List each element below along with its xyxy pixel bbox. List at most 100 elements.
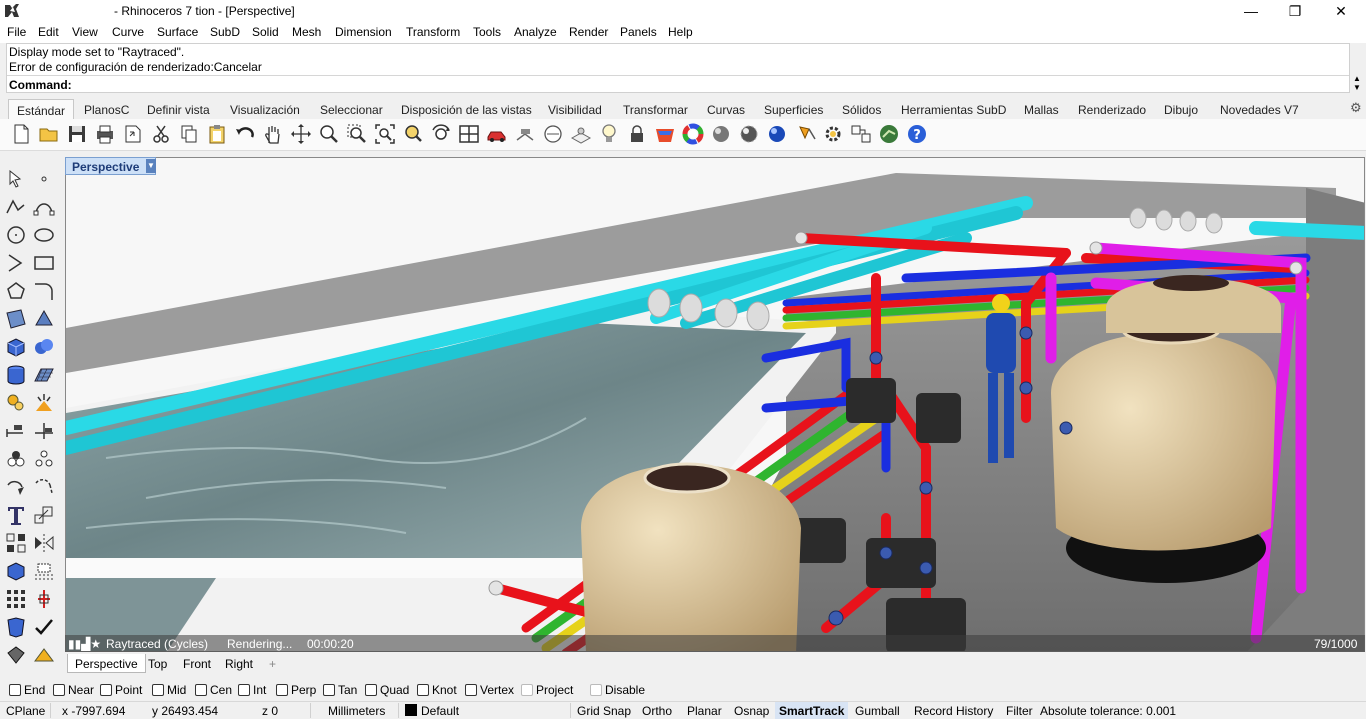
named-view-car-icon[interactable] [486, 123, 508, 145]
scale-icon[interactable] [32, 503, 56, 527]
menu-help[interactable]: Help [668, 25, 693, 39]
surface-corner-icon[interactable] [4, 307, 28, 331]
tab-visualizacion[interactable]: Visualización [230, 99, 300, 119]
command-scrollbar[interactable]: ▲ ▼ [1350, 74, 1364, 92]
lock-icon[interactable] [626, 123, 648, 145]
help-icon[interactable]: ? [906, 123, 928, 145]
checkbox-icon[interactable] [195, 684, 207, 696]
rotate-icon[interactable] [4, 475, 28, 499]
analyze-surface-icon[interactable] [4, 615, 28, 639]
box-icon[interactable] [4, 335, 28, 359]
tab-visibilidad[interactable]: Visibilidad [548, 99, 602, 119]
zoom-selected-icon[interactable] [402, 123, 424, 145]
rectangle-icon[interactable] [32, 251, 56, 275]
layer-label[interactable]: Default [421, 704, 459, 718]
camera-gold-icon[interactable] [32, 643, 56, 667]
viewport-tab-right[interactable]: Right [225, 654, 253, 673]
tab-definir-vista[interactable]: Definir vista [147, 99, 210, 119]
units-label[interactable]: Millimeters [328, 704, 385, 718]
cylinder-icon[interactable] [4, 363, 28, 387]
gumball-toggle[interactable]: Gumball [855, 702, 900, 719]
perspective-viewport[interactable] [65, 157, 1365, 652]
grasshopper-icon[interactable] [878, 123, 900, 145]
checkbox-icon[interactable] [465, 684, 477, 696]
rendered-sphere-icon[interactable] [738, 123, 760, 145]
check-icon[interactable] [32, 615, 56, 639]
osnap-disable[interactable]: Disable [590, 683, 645, 697]
menu-solid[interactable]: Solid [252, 25, 279, 39]
command-input[interactable] [79, 77, 1339, 92]
explode-block-icon[interactable] [4, 531, 28, 555]
fillet-curve-icon[interactable] [32, 279, 56, 303]
select-arrow-icon[interactable] [4, 167, 28, 191]
mirror-icon[interactable] [32, 531, 56, 555]
osnap-int[interactable]: Int [238, 683, 266, 697]
checkbox-icon[interactable] [53, 684, 65, 696]
tab-estandar[interactable]: Estándar [8, 99, 75, 119]
cut-icon[interactable] [150, 123, 172, 145]
render-sphere-blue-icon[interactable] [766, 123, 788, 145]
polygon-icon[interactable] [4, 279, 28, 303]
tab-transformar[interactable]: Transformar [623, 99, 688, 119]
tab-solidos[interactable]: Sólidos [842, 99, 881, 119]
arc-icon[interactable] [4, 251, 28, 275]
color-wheel-icon[interactable] [682, 123, 704, 145]
tab-herramientas-subd[interactable]: Herramientas SubD [901, 99, 1006, 119]
ungroup-icon[interactable] [32, 447, 56, 471]
record-history-toggle[interactable]: Record History [914, 702, 993, 719]
light-bulb-icon[interactable] [598, 123, 620, 145]
osnap-vertex[interactable]: Vertex [465, 683, 514, 697]
menu-transform[interactable]: Transform [406, 25, 460, 39]
checkbox-icon[interactable] [323, 684, 335, 696]
add-viewport-icon[interactable]: + [269, 654, 276, 673]
menu-subd[interactable]: SubD [210, 25, 240, 39]
array-polar-icon[interactable] [32, 475, 56, 499]
dimension-icon[interactable] [4, 419, 28, 443]
menu-dimension[interactable]: Dimension [335, 25, 392, 39]
options-gear-icon[interactable] [822, 123, 844, 145]
copy-icon[interactable] [178, 123, 200, 145]
close-button[interactable]: ✕ [1318, 0, 1364, 22]
osnap-mid[interactable]: Mid [152, 683, 186, 697]
tab-planosc[interactable]: PlanosC [84, 99, 129, 119]
zoom-window-icon[interactable] [346, 123, 368, 145]
four-viewports-icon[interactable] [458, 123, 480, 145]
extrude-surface-icon[interactable] [32, 307, 56, 331]
viewport-tab-front[interactable]: Front [183, 654, 211, 673]
array-dots-icon[interactable] [4, 587, 28, 611]
layout-tools-icon[interactable] [850, 123, 872, 145]
menu-surface[interactable]: Surface [157, 25, 198, 39]
cplane-label[interactable]: CPlane [6, 704, 45, 718]
checkbox-icon[interactable] [365, 684, 377, 696]
smarttrack-toggle[interactable]: SmartTrack [775, 702, 849, 719]
mesh-plane-icon[interactable] [32, 363, 56, 387]
menu-view[interactable]: View [72, 25, 98, 39]
place-camera-icon[interactable] [514, 123, 536, 145]
new-file-icon[interactable] [10, 123, 32, 145]
planar-toggle[interactable]: Planar [687, 702, 722, 719]
menu-mesh[interactable]: Mesh [292, 25, 321, 39]
circle-icon[interactable] [4, 223, 28, 247]
tab-mallas[interactable]: Mallas [1024, 99, 1059, 119]
menu-file[interactable]: File [7, 25, 26, 39]
ellipse-icon[interactable] [32, 223, 56, 247]
rotate-view-icon[interactable] [290, 123, 312, 145]
checkbox-icon[interactable] [152, 684, 164, 696]
viewport-tab-top[interactable]: Top [148, 654, 167, 673]
tab-superficies[interactable]: Superficies [764, 99, 823, 119]
raytraced-controls-icon[interactable]: ▮▮▟★ [68, 637, 101, 651]
menu-panels[interactable]: Panels [620, 25, 657, 39]
grid-snap-toggle[interactable]: Grid Snap [577, 702, 631, 719]
cplane-icon[interactable] [542, 123, 564, 145]
menu-edit[interactable]: Edit [38, 25, 59, 39]
osnap-quad[interactable]: Quad [365, 683, 409, 697]
undo-icon[interactable] [234, 123, 256, 145]
menu-render[interactable]: Render [569, 25, 608, 39]
print-icon[interactable] [94, 123, 116, 145]
checkbox-icon[interactable] [276, 684, 288, 696]
paste-icon[interactable] [206, 123, 228, 145]
pan-hand-icon[interactable] [262, 123, 284, 145]
curve-cv-icon[interactable] [32, 195, 56, 219]
gumball-red-icon[interactable] [32, 587, 56, 611]
tab-renderizado[interactable]: Renderizado [1078, 99, 1146, 119]
